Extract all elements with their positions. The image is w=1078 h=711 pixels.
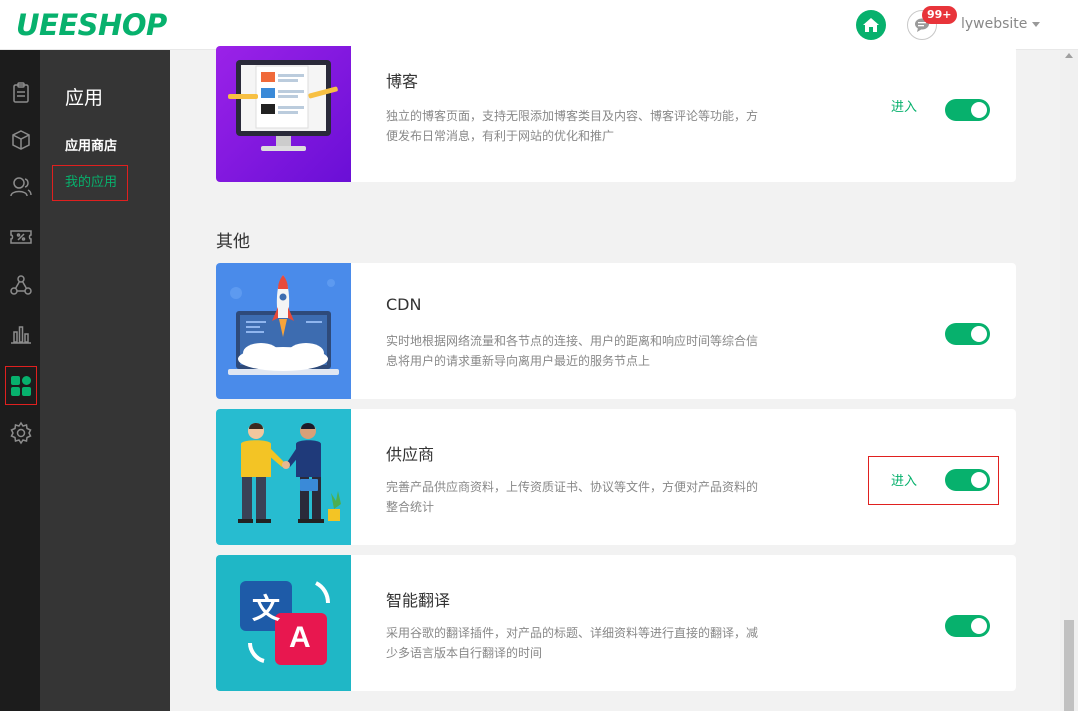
enable-toggle[interactable] <box>945 323 990 345</box>
app-subnav: 应用 应用商店 我的应用 <box>40 50 170 711</box>
app-description: 实时地根据网络流量和各节点的连接、用户的距离和响应时间等综合信息将用户的请求重新… <box>386 334 759 368</box>
subnav-item-my-apps[interactable]: 我的应用 <box>52 165 128 201</box>
home-icon <box>863 18 879 32</box>
promotions-nav[interactable] <box>5 220 37 254</box>
customers-nav[interactable] <box>5 170 37 204</box>
settings-nav[interactable] <box>5 416 37 450</box>
orders-nav[interactable] <box>5 76 37 110</box>
app-title: CDN <box>386 295 422 314</box>
gear-icon <box>10 421 32 445</box>
main-content: 博客 独立的博客页面，支持无限添加博客类目及内容、博客评论等功能，方便发布日常消… <box>170 46 1060 711</box>
users-icon <box>10 177 32 197</box>
chinese-char: 文 <box>252 592 281 625</box>
icon-sidebar <box>0 50 40 711</box>
translate-thumbnail: 文 A <box>216 555 351 691</box>
statistics-nav[interactable] <box>5 317 37 351</box>
logo[interactable]: UEESHOP <box>16 8 167 42</box>
enable-toggle[interactable] <box>945 99 990 121</box>
products-nav[interactable] <box>5 123 37 157</box>
caret-down-icon[interactable] <box>1032 22 1040 27</box>
scrollbar-thumb[interactable] <box>1064 620 1074 711</box>
apps-nav[interactable] <box>5 366 37 405</box>
app-title: 博客 <box>386 72 419 91</box>
app-title: 供应商 <box>386 445 435 464</box>
section-title-other: 其他 <box>216 232 250 252</box>
app-card-cdn: CDN 实时地根据网络流量和各节点的连接、用户的距离和响应时间等综合信息将用户的… <box>216 263 1016 399</box>
subnav-title: 应用 <box>65 87 104 109</box>
notification-badge: 99+ <box>922 6 957 24</box>
scrollbar[interactable] <box>1060 50 1078 711</box>
cdn-thumbnail <box>216 263 351 399</box>
marketing-nav[interactable] <box>5 268 37 302</box>
app-description: 完善产品供应商资料，上传资质证书、协议等文件，方便对产品资料的整合统计 <box>386 480 759 514</box>
clipboard-icon <box>13 82 29 103</box>
top-bar: UEESHOP 99+ lywebsite <box>0 0 1078 50</box>
subnav-item-app-store[interactable]: 应用商店 <box>65 135 117 154</box>
share-nodes-icon <box>10 275 32 295</box>
home-button[interactable] <box>856 10 886 40</box>
app-card-blog: 博客 独立的博客页面，支持无限添加博客类目及内容、博客评论等功能，方便发布日常消… <box>216 46 1016 182</box>
enter-link[interactable]: 进入 <box>891 96 917 115</box>
user-menu[interactable]: lywebsite <box>961 16 1027 32</box>
app-card-translate: 文 A 智能翻译 采用谷歌的翻译插件，对产品的标题、详细资料等进行直接的翻译，减… <box>216 555 1016 691</box>
apps-icon <box>11 375 31 396</box>
app-description: 采用谷歌的翻译插件，对产品的标题、详细资料等进行直接的翻译，减少多语言版本自行翻… <box>386 626 759 660</box>
bar-chart-icon <box>11 326 31 344</box>
letter-a: A <box>289 621 311 654</box>
scroll-up-arrow-icon[interactable] <box>1065 53 1073 58</box>
app-description: 独立的博客页面，支持无限添加博客类目及内容、博客评论等功能，方便发布日常消息，有… <box>386 109 759 143</box>
highlight-box <box>868 456 999 505</box>
enable-toggle[interactable] <box>945 615 990 637</box>
app-title: 智能翻译 <box>386 591 451 610</box>
box-icon <box>12 130 30 150</box>
coupon-icon <box>10 230 32 244</box>
blog-thumbnail <box>216 46 351 182</box>
supplier-thumbnail <box>216 409 351 545</box>
